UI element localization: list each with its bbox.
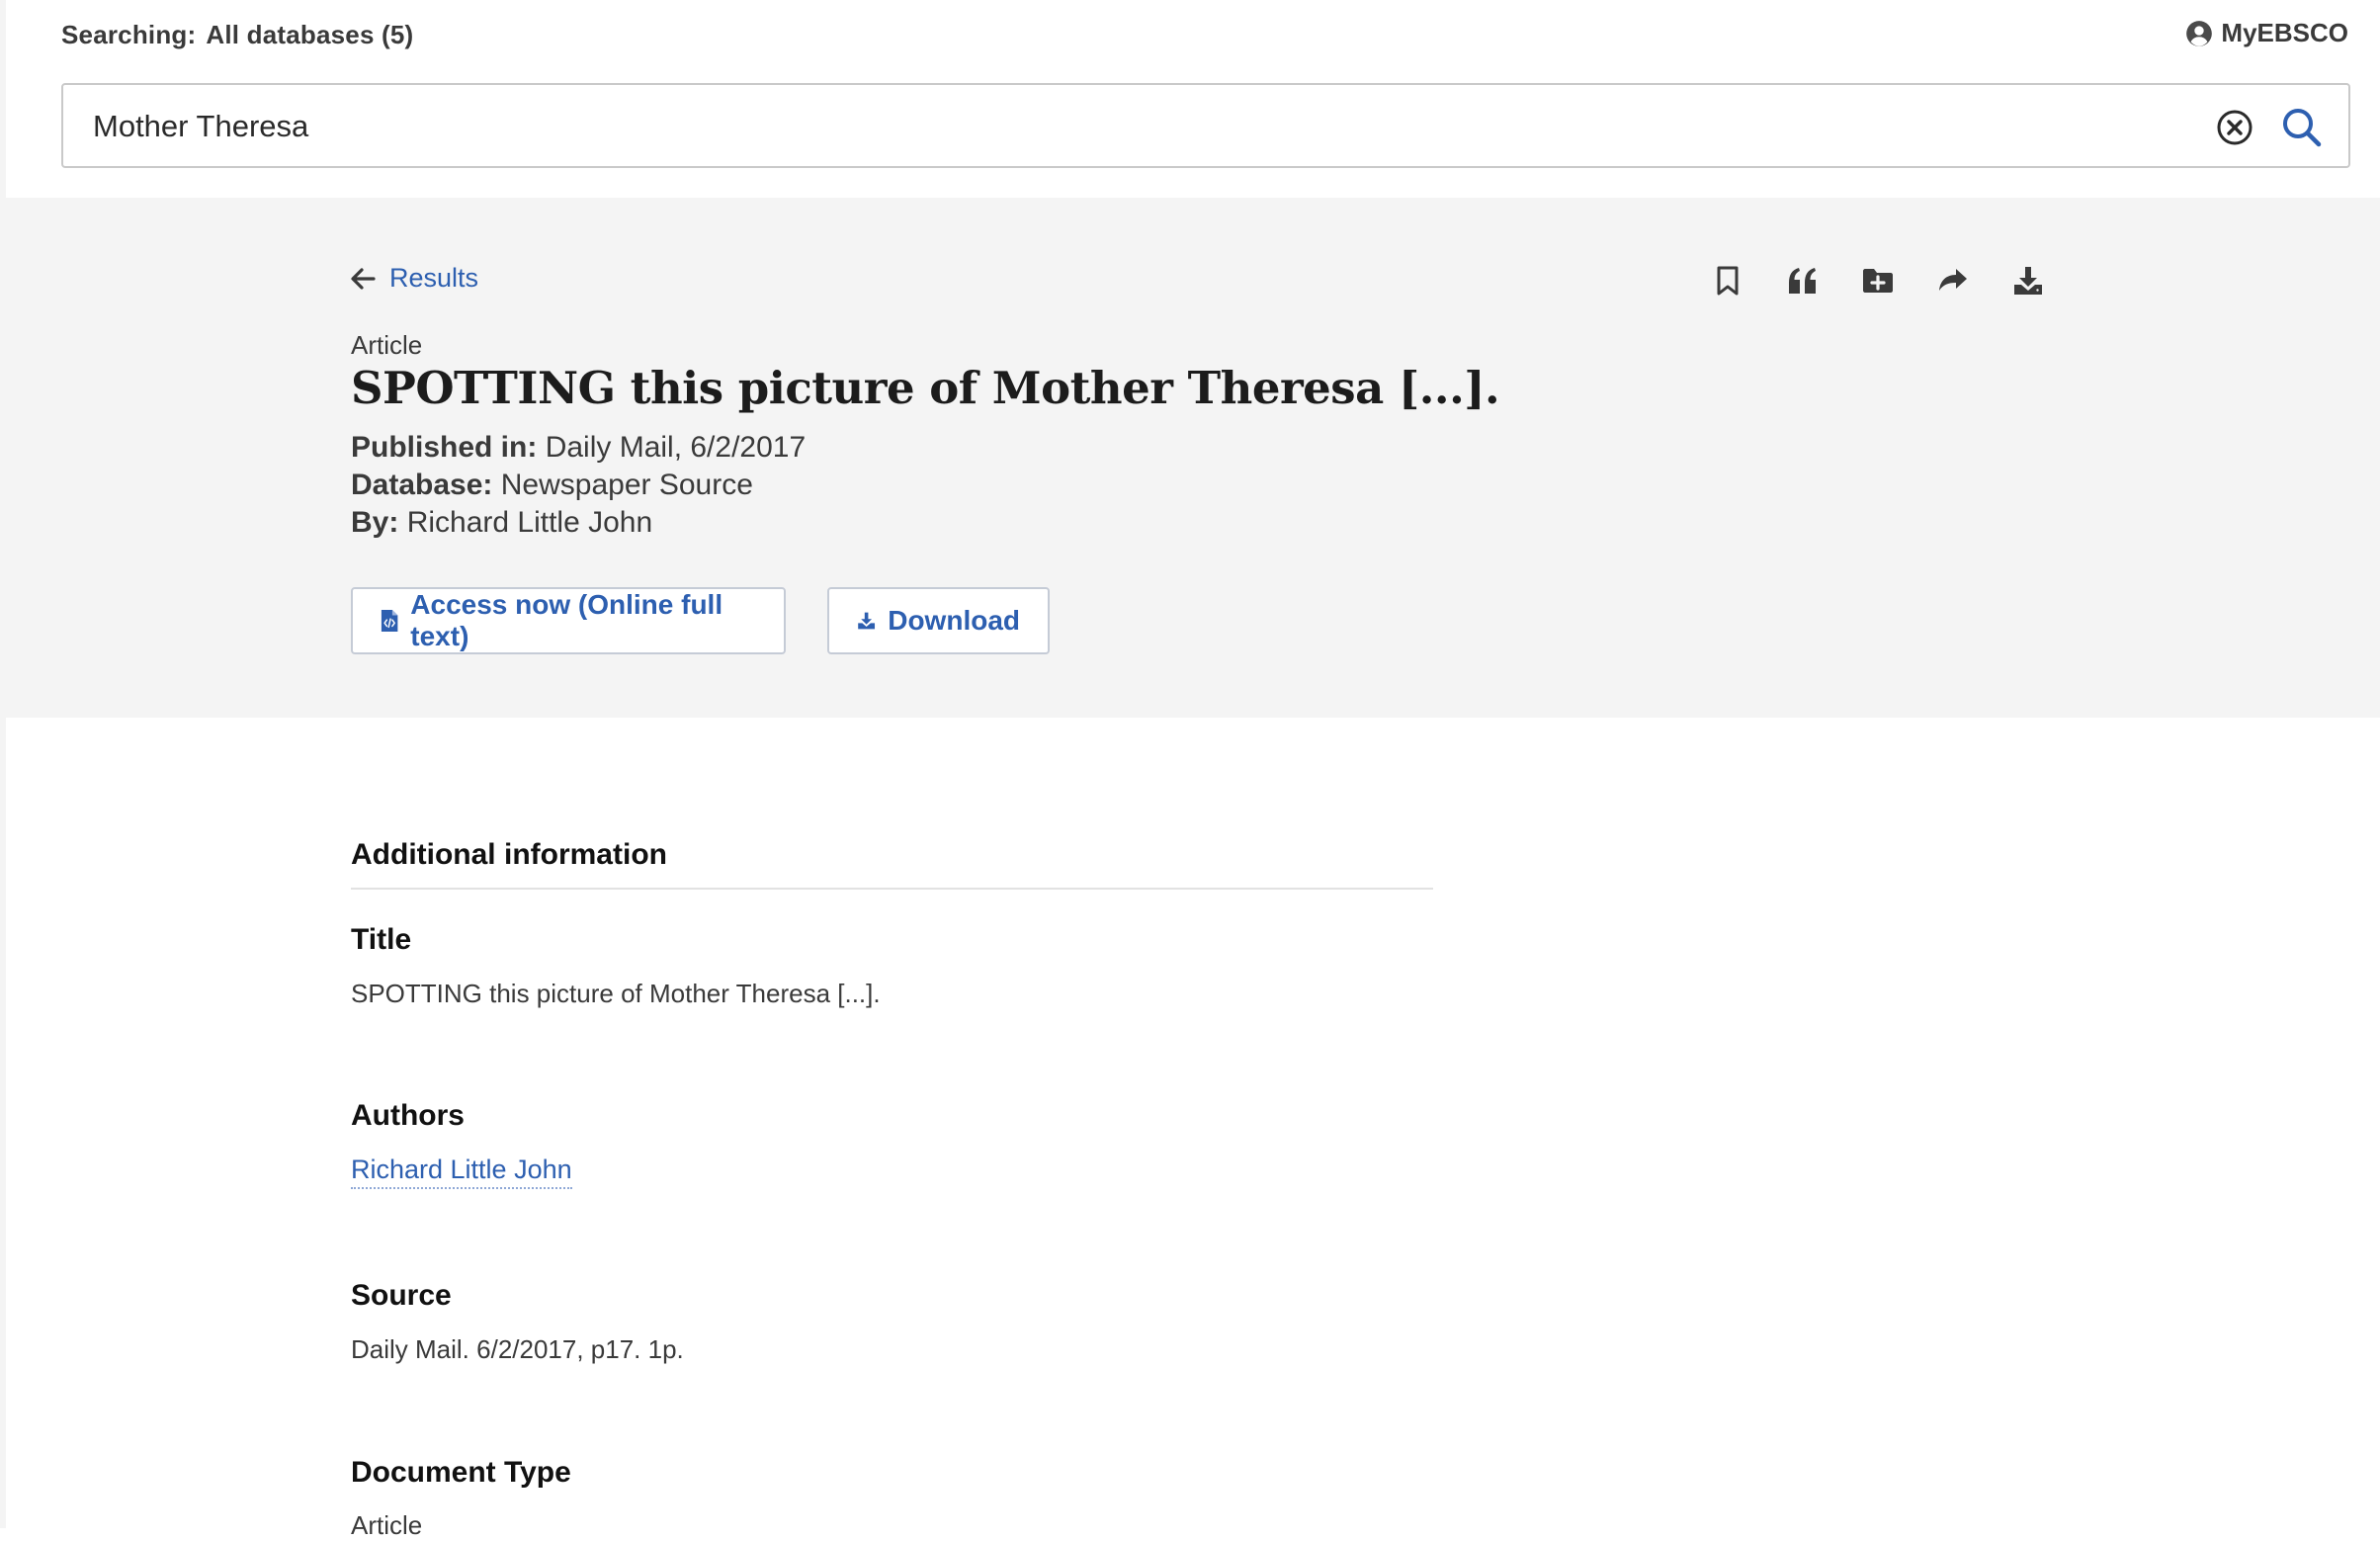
record-toolbar: [1706, 259, 2082, 302]
section-divider: [351, 888, 1433, 890]
download-icon: [2014, 267, 2042, 295]
field-document-type-value: Article: [351, 1510, 423, 1540]
search-header: Searching: All databases (5) MyEBSCO: [6, 0, 2380, 198]
clear-circle-icon: [2217, 110, 2252, 145]
download-tool-button[interactable]: [2006, 259, 2050, 302]
clear-search-button[interactable]: [2216, 109, 2253, 146]
by-label: By:: [351, 506, 399, 539]
page-title: SPOTTING this picture of Mother Theresa …: [351, 362, 1500, 414]
user-circle-icon: [2186, 20, 2213, 46]
arrow-left-icon: [351, 267, 376, 290]
published-in-row: Published in: Daily Mail, 6/2/2017: [351, 431, 806, 465]
published-in-value: Daily Mail, 6/2/2017: [545, 431, 807, 464]
search-box: [61, 83, 2350, 168]
myebsco-account-link[interactable]: MyEBSCO: [2185, 18, 2348, 48]
field-source-value: Daily Mail. 6/2/2017, p17. 1p.: [351, 1334, 684, 1364]
databases-selector[interactable]: All databases (5): [206, 20, 413, 49]
field-source-label: Source: [351, 1279, 452, 1312]
bookmark-icon: [1717, 266, 1739, 296]
field-title-label: Title: [351, 923, 412, 956]
download-icon: [858, 612, 876, 630]
share-icon: [1939, 269, 1967, 291]
access-now-label: Access now (Online full text): [410, 589, 723, 651]
author-row: By: Richard Little John: [351, 506, 652, 540]
record-header: Results Article SPOTTING this picture of…: [6, 198, 2380, 718]
download-button[interactable]: Download: [827, 587, 1050, 654]
cite-quote-icon: [1789, 268, 1816, 294]
html-file-icon: [381, 610, 398, 632]
search-icon: [2283, 109, 2322, 147]
database-label: Database:: [351, 469, 493, 501]
add-to-folder-icon: [1863, 269, 1893, 293]
search-input[interactable]: [91, 85, 2210, 168]
author-link[interactable]: Richard Little John: [351, 1155, 572, 1189]
back-label: Results: [389, 263, 479, 293]
field-authors-label: Authors: [351, 1099, 465, 1132]
field-document-type-label: Document Type: [351, 1456, 571, 1489]
searching-scope: Searching: All databases (5): [61, 20, 413, 50]
database-row: Database: Newspaper Source: [351, 469, 753, 502]
myebsco-label: MyEBSCO: [2221, 18, 2348, 47]
database-value: Newspaper Source: [500, 469, 753, 501]
bookmark-button[interactable]: [1706, 259, 1749, 302]
cite-button[interactable]: [1781, 259, 1825, 302]
publication-type: Article: [351, 330, 423, 360]
searching-label: Searching:: [61, 20, 197, 49]
published-in-label: Published in:: [351, 431, 538, 464]
download-label: Download: [888, 605, 1020, 636]
field-title-value: SPOTTING this picture of Mother Theresa …: [351, 979, 881, 1008]
search-button[interactable]: [2281, 107, 2323, 148]
by-value: Richard Little John: [406, 506, 653, 539]
share-button[interactable]: [1931, 259, 1975, 302]
additional-info-heading: Additional information: [351, 838, 667, 871]
access-now-button[interactable]: Access now (Online full text): [351, 587, 786, 654]
add-to-folder-button[interactable]: [1856, 259, 1900, 302]
back-to-results-link[interactable]: Results: [350, 263, 478, 294]
